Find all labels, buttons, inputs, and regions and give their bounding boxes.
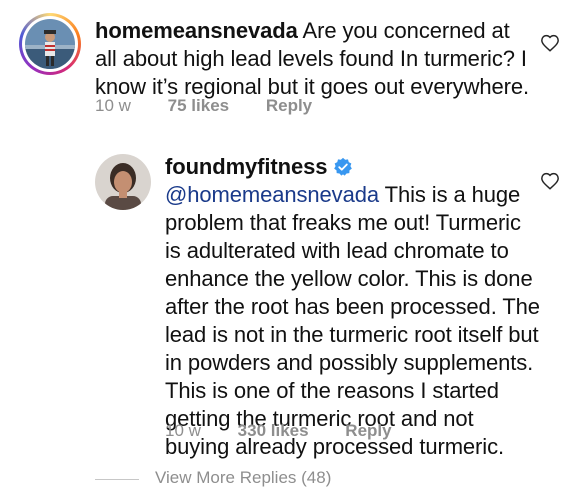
reply-time: 10 w [165, 421, 201, 440]
comment-time: 10 w [95, 96, 131, 115]
comment-reply-button[interactable]: Reply [266, 96, 312, 116]
reply-likes[interactable]: 330 likes [238, 421, 309, 441]
avatar[interactable] [25, 19, 75, 69]
reply-meta: 10 w 330 likes Reply [165, 421, 424, 441]
view-more-replies-button[interactable]: View More Replies (48) [95, 468, 495, 492]
comment-likes[interactable]: 75 likes [168, 96, 229, 116]
user-photo-icon [25, 19, 75, 69]
comment-body: homemeansnevada Are you concerned at all… [95, 17, 535, 101]
story-ring[interactable] [19, 13, 81, 75]
reply-body: foundmyfitness @homemeansnevada This is … [165, 153, 540, 461]
user-photo-icon [95, 154, 151, 210]
verified-badge-icon [334, 157, 353, 176]
reply-reply-button[interactable]: Reply [345, 421, 391, 441]
divider [95, 479, 139, 480]
reply-text: This is a huge problem that freaks me ou… [165, 182, 540, 459]
view-more-replies-label[interactable]: View More Replies (48) [155, 468, 331, 488]
avatar[interactable] [95, 154, 151, 210]
comment-meta: 10 w 75 likes Reply [95, 96, 344, 116]
reply: foundmyfitness @homemeansnevada This is … [0, 140, 588, 459]
heart-outline-icon[interactable] [540, 34, 560, 52]
comment-username[interactable]: homemeansnevada [95, 18, 298, 43]
reply-username[interactable]: foundmyfitness [165, 154, 327, 179]
comment: homemeansnevada Are you concerned at all… [0, 0, 588, 130]
heart-outline-icon[interactable] [540, 172, 560, 190]
reply-mention[interactable]: @homemeansnevada [165, 182, 379, 207]
